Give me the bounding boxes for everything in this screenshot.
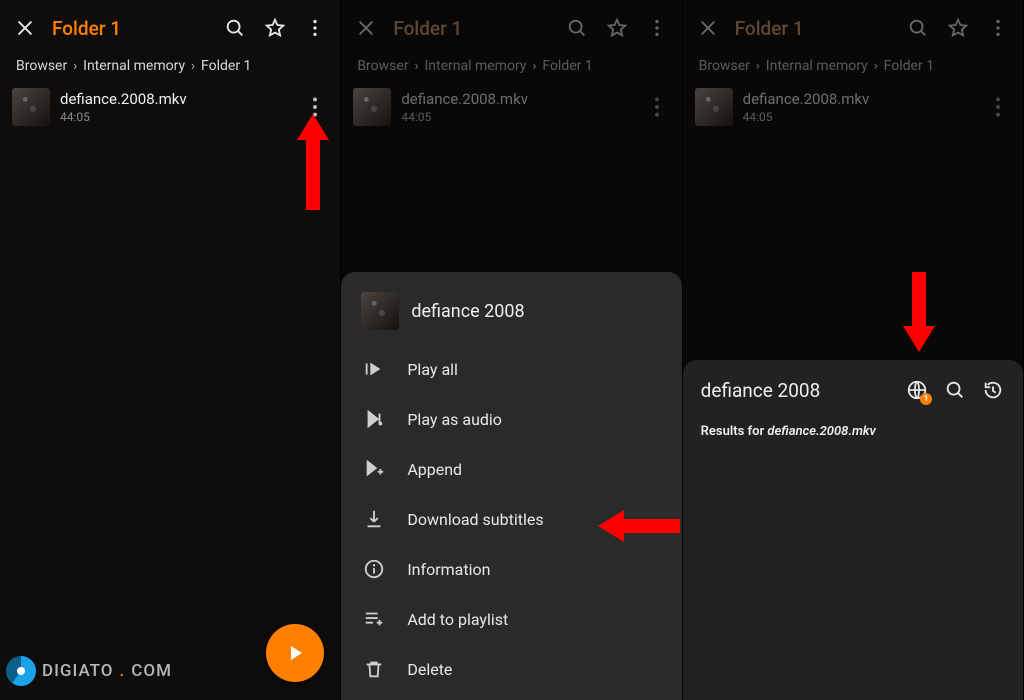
star-icon[interactable] [262, 15, 288, 41]
menu-item-delete[interactable]: Delete [341, 644, 681, 694]
menu-item-play-all[interactable]: Play all [341, 344, 681, 394]
file-row[interactable]: defiance.2008.mkv 44:05 [341, 82, 681, 132]
menu-item-label: Play as audio [407, 410, 502, 429]
chevron-right-icon: › [191, 59, 195, 74]
watermark-logo-icon [6, 656, 36, 686]
download-icon [363, 508, 385, 530]
more-vert-icon[interactable] [644, 15, 670, 41]
page-title: Folder 1 [393, 17, 549, 40]
file-name: defiance.2008.mkv [60, 90, 292, 108]
breadcrumb-item[interactable]: Internal memory [424, 58, 526, 74]
breadcrumb-item[interactable]: Internal memory [766, 58, 868, 74]
screenshot-step-3: Folder 1 Browser › Internal memory › Fol… [683, 0, 1024, 700]
file-row[interactable]: defiance.2008.mkv 44:05 [0, 82, 340, 132]
star-icon[interactable] [945, 15, 971, 41]
play-fab[interactable] [266, 624, 324, 682]
more-vert-icon[interactable] [985, 15, 1011, 41]
app-bar: Folder 1 [683, 0, 1023, 56]
breadcrumb[interactable]: Browser › Internal memory › Folder 1 [683, 56, 1023, 82]
menu-item-download-subtitles[interactable]: Download subtitles [341, 494, 681, 544]
delete-icon [363, 658, 385, 680]
close-icon[interactable] [695, 15, 721, 41]
app-bar: Folder 1 [0, 0, 340, 56]
page-title: Folder 1 [735, 17, 891, 40]
breadcrumb-item[interactable]: Browser [357, 58, 408, 74]
menu-item-label: Play all [407, 360, 458, 379]
page-title: Folder 1 [52, 17, 208, 40]
search-icon[interactable] [564, 15, 590, 41]
breadcrumb-item[interactable]: Folder 1 [201, 58, 251, 74]
breadcrumb-item[interactable]: Internal memory [83, 58, 185, 74]
video-thumbnail [12, 88, 50, 126]
file-name: defiance.2008.mkv [401, 90, 633, 108]
menu-item-label: Information [407, 560, 490, 579]
breadcrumb-item[interactable]: Browser [699, 58, 750, 74]
globe-badge: 1 [920, 393, 932, 405]
subtitle-panel: defiance 2008 1 Results for defiance.200… [683, 360, 1023, 700]
play-all-icon [363, 358, 385, 380]
breadcrumb[interactable]: Browser › Internal memory › Folder 1 [0, 56, 340, 82]
breadcrumb-item[interactable]: Folder 1 [542, 58, 592, 74]
menu-item-label: Delete [407, 660, 452, 679]
search-icon[interactable] [943, 378, 967, 402]
breadcrumb-item[interactable]: Folder 1 [884, 58, 934, 74]
search-icon[interactable] [905, 15, 931, 41]
video-thumbnail [353, 88, 391, 126]
video-thumbnail [695, 88, 733, 126]
subtitle-panel-title: defiance 2008 [701, 379, 891, 402]
file-more-icon[interactable] [644, 94, 670, 120]
history-icon[interactable] [981, 378, 1005, 402]
context-menu-sheet: defiance 2008 Play all Play as audio App… [341, 272, 681, 700]
menu-item-information[interactable]: Information [341, 544, 681, 594]
breadcrumb-item[interactable]: Browser [16, 58, 67, 74]
playlist-add-icon [363, 608, 385, 630]
file-row[interactable]: defiance.2008.mkv 44:05 [683, 82, 1023, 132]
info-icon [363, 558, 385, 580]
chevron-right-icon: › [532, 59, 536, 74]
file-duration: 44:05 [743, 110, 975, 124]
close-icon[interactable] [12, 15, 38, 41]
context-menu-title: defiance 2008 [411, 301, 524, 322]
subtitle-results-text: Results for defiance.2008.mkv [701, 424, 1005, 439]
menu-item-play-audio[interactable]: Play as audio [341, 394, 681, 444]
menu-item-add-playlist[interactable]: Add to playlist [341, 594, 681, 644]
chevron-right-icon: › [415, 59, 419, 74]
star-icon[interactable] [604, 15, 630, 41]
close-icon[interactable] [353, 15, 379, 41]
app-bar: Folder 1 [341, 0, 681, 56]
video-thumbnail [361, 292, 399, 330]
file-duration: 44:05 [60, 110, 292, 124]
menu-item-label: Append [407, 460, 462, 479]
globe-icon[interactable]: 1 [905, 378, 929, 402]
file-more-icon[interactable] [302, 94, 328, 120]
watermark: DIGIATO.COM [6, 656, 172, 686]
chevron-right-icon: › [756, 59, 760, 74]
file-more-icon[interactable] [985, 94, 1011, 120]
append-icon [363, 458, 385, 480]
menu-item-append[interactable]: Append [341, 444, 681, 494]
play-audio-icon [363, 408, 385, 430]
search-icon[interactable] [222, 15, 248, 41]
menu-item-label: Add to playlist [407, 610, 508, 629]
more-vert-icon[interactable] [302, 15, 328, 41]
file-name: defiance.2008.mkv [743, 90, 975, 108]
chevron-right-icon: › [73, 59, 77, 74]
file-duration: 44:05 [401, 110, 633, 124]
annotation-arrow-down [903, 272, 935, 352]
screenshot-step-2: Folder 1 Browser › Internal memory › Fol… [341, 0, 682, 700]
screenshot-step-1: Folder 1 Browser › Internal memory › Fol… [0, 0, 341, 700]
chevron-right-icon: › [874, 59, 878, 74]
breadcrumb[interactable]: Browser › Internal memory › Folder 1 [341, 56, 681, 82]
menu-item-label: Download subtitles [407, 510, 543, 529]
